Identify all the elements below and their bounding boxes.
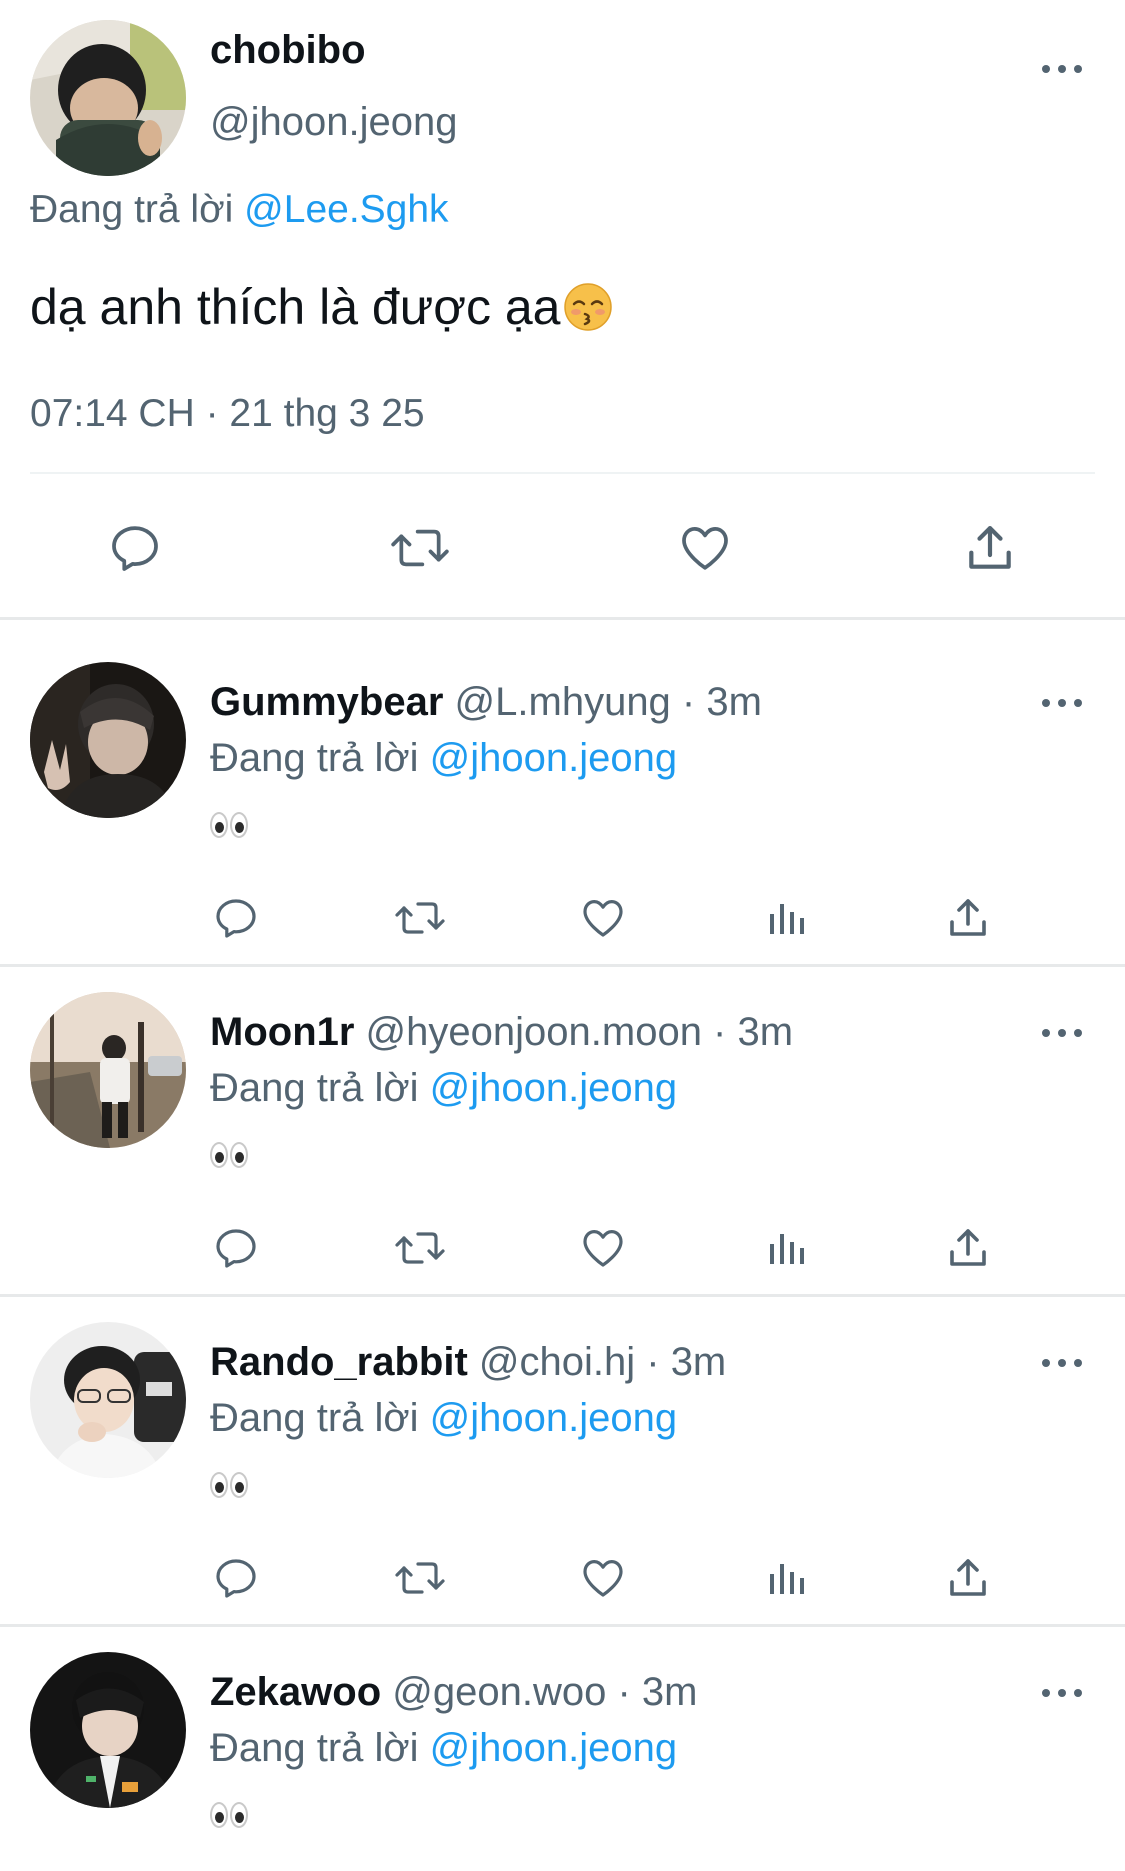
author-display-name[interactable]: Gummybear	[210, 680, 443, 724]
share-button[interactable]	[960, 518, 1020, 578]
analytics-icon	[770, 1564, 804, 1594]
replying-to-label: Đang trả lời	[210, 1396, 430, 1440]
analytics-icon	[770, 904, 804, 934]
author-display-name[interactable]: chobibo	[210, 28, 366, 73]
like-icon	[583, 900, 623, 937]
reply-header: Gummybear @L.mhyung · 3m	[210, 680, 762, 725]
more-options-icon[interactable]	[1042, 696, 1082, 710]
more-options-icon[interactable]	[1042, 1026, 1082, 1040]
like-button[interactable]	[575, 1220, 631, 1276]
replying-to-mention[interactable]: @jhoon.jeong	[430, 736, 677, 780]
reply-icon	[216, 1559, 256, 1598]
reply-text	[210, 1142, 248, 1182]
views-button[interactable]	[758, 890, 814, 946]
more-options-icon[interactable]	[1042, 62, 1082, 76]
reply-tweet[interactable]: Zekawoo @geon.woo · 3m Đang trả lời @jho…	[0, 1630, 1125, 1871]
eyes-emoji-icon	[210, 812, 248, 838]
share-icon	[950, 1229, 986, 1266]
author-handle-time[interactable]: @geon.woo · 3m	[381, 1670, 697, 1714]
avatar[interactable]	[30, 662, 186, 818]
share-button[interactable]	[940, 1220, 996, 1276]
retweet-icon	[395, 902, 445, 934]
tweet-timestamp[interactable]: 07:14 CH · 21 thg 3 25	[30, 392, 425, 436]
reply-text	[210, 1802, 248, 1842]
main-tweet: chobibo @jhoon.jeong Đang trả lời @Lee.S…	[0, 0, 1125, 620]
author-handle-time[interactable]: @L.mhyung · 3m	[443, 680, 762, 724]
share-button[interactable]	[940, 890, 996, 946]
eyes-emoji-icon	[210, 1472, 248, 1498]
reply-button[interactable]	[208, 890, 264, 946]
avatar[interactable]	[30, 1652, 186, 1808]
replying-to-label: Đang trả lời	[30, 188, 245, 231]
like-button[interactable]	[575, 1550, 631, 1606]
retweet-button[interactable]	[390, 890, 450, 946]
replying-to-line: Đang trả lời @jhoon.jeong	[210, 1396, 677, 1441]
like-icon	[682, 527, 728, 570]
tweet-text: dạ anh thích là được ạa	[30, 278, 613, 336]
reply-tweet[interactable]: Moon1r @hyeonjoon.moon · 3m Đang trả lời…	[0, 970, 1125, 1300]
retweet-icon	[395, 1232, 445, 1264]
retweet-icon	[391, 529, 449, 567]
reply-header: Moon1r @hyeonjoon.moon · 3m	[210, 1010, 793, 1055]
views-button[interactable]	[758, 1550, 814, 1606]
retweet-button[interactable]	[390, 1220, 450, 1276]
share-icon	[950, 899, 986, 936]
reply-header: Zekawoo @geon.woo · 3m	[210, 1670, 697, 1715]
views-button[interactable]	[758, 1220, 814, 1276]
eyes-emoji-icon	[210, 1142, 248, 1168]
divider	[30, 472, 1095, 474]
replying-to-label: Đang trả lời	[210, 1066, 430, 1110]
reply-icon	[216, 1229, 256, 1268]
section-divider	[0, 964, 1125, 967]
replying-to-mention[interactable]: @jhoon.jeong	[430, 1396, 677, 1440]
share-button[interactable]	[940, 1550, 996, 1606]
replying-to-label: Đang trả lời	[210, 736, 430, 780]
section-divider	[0, 1294, 1125, 1297]
replying-to-line: Đang trả lời @jhoon.jeong	[210, 1066, 677, 1111]
eyes-emoji-icon	[210, 1802, 248, 1828]
tweet-text-content: dạ anh thích là được ạa	[30, 279, 561, 335]
section-divider	[0, 617, 1125, 620]
avatar[interactable]	[30, 1322, 186, 1478]
author-handle[interactable]: @jhoon.jeong	[210, 100, 457, 145]
author-display-name[interactable]: Moon1r	[210, 1010, 354, 1054]
more-options-icon[interactable]	[1042, 1686, 1082, 1700]
replying-to-mention[interactable]: @Lee.Sghk	[244, 188, 448, 231]
author-display-name[interactable]: Zekawoo	[210, 1670, 381, 1714]
replying-to-line: Đang trả lời @jhoon.jeong	[210, 736, 677, 781]
replying-to-mention[interactable]: @jhoon.jeong	[430, 1066, 677, 1110]
like-button[interactable]	[675, 518, 735, 578]
reply-button[interactable]	[105, 518, 165, 578]
author-display-name[interactable]: Rando_rabbit	[210, 1340, 468, 1384]
more-options-icon[interactable]	[1042, 1356, 1082, 1370]
analytics-icon	[770, 1234, 804, 1264]
author-handle-time[interactable]: @hyeonjoon.moon · 3m	[354, 1010, 794, 1054]
share-icon	[969, 526, 1011, 569]
reply-tweet[interactable]: Rando_rabbit @choi.hj · 3m Đang trả lời …	[0, 1300, 1125, 1630]
reply-button[interactable]	[208, 1550, 264, 1606]
replying-to-line: Đang trả lời @Lee.Sghk	[30, 188, 449, 232]
replying-to-line: Đang trả lời @jhoon.jeong	[210, 1726, 677, 1771]
like-icon	[583, 1560, 623, 1597]
avatar[interactable]	[30, 992, 186, 1148]
retweet-button[interactable]	[390, 1550, 450, 1606]
retweet-button[interactable]	[388, 518, 452, 578]
share-icon	[950, 1559, 986, 1596]
retweet-icon	[395, 1562, 445, 1594]
reply-text	[210, 812, 248, 852]
like-icon	[583, 1230, 623, 1267]
reply-header: Rando_rabbit @choi.hj · 3m	[210, 1340, 726, 1385]
kissing-face-emoji-icon	[563, 283, 612, 331]
reply-button[interactable]	[208, 1220, 264, 1276]
like-button[interactable]	[575, 890, 631, 946]
avatar[interactable]	[30, 20, 186, 176]
replying-to-label: Đang trả lời	[210, 1726, 430, 1770]
author-handle-time[interactable]: @choi.hj · 3m	[468, 1340, 726, 1384]
section-divider	[0, 1624, 1125, 1627]
reply-tweet[interactable]: Gummybear @L.mhyung · 3m Đang trả lời @j…	[0, 640, 1125, 970]
reply-icon	[216, 899, 256, 938]
replying-to-mention[interactable]: @jhoon.jeong	[430, 1726, 677, 1770]
reply-text	[210, 1472, 248, 1512]
reply-icon	[112, 526, 158, 571]
